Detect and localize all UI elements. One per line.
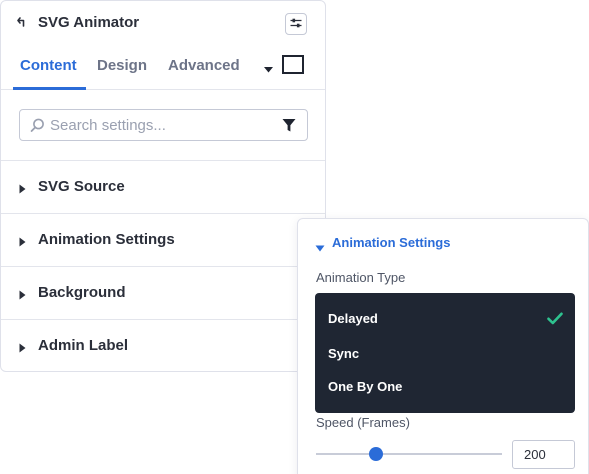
popover-title[interactable]: Animation Settings [332, 235, 450, 250]
search-area [1, 90, 325, 161]
caret-right-icon [19, 234, 26, 247]
tab-advanced[interactable]: Advanced [168, 57, 240, 74]
section-label: Background [38, 284, 126, 301]
animation-type-label: Animation Type [316, 270, 406, 285]
search-input[interactable] [50, 114, 265, 136]
filter-funnel-icon[interactable] [282, 118, 296, 133]
speed-input[interactable]: 200 [512, 440, 575, 469]
settings-panel: SVG Animator Content Design Advanced Sea… [0, 0, 326, 372]
panel-header: SVG Animator [1, 1, 325, 45]
section-animation-settings[interactable]: Animation Settings [1, 214, 325, 267]
tab-content[interactable]: Content [20, 57, 77, 74]
animation-settings-popover: Animation Settings Animation Type Delaye… [297, 218, 589, 474]
section-admin-label[interactable]: Admin Label [1, 320, 325, 371]
check-icon [547, 312, 563, 325]
section-label: SVG Source [38, 178, 125, 195]
caret-right-icon [19, 181, 26, 194]
speed-slider-track[interactable] [316, 453, 502, 455]
tab-design[interactable]: Design [97, 57, 147, 74]
return-arrow-icon[interactable] [17, 14, 29, 30]
caret-down-icon[interactable] [315, 239, 325, 252]
section-label: Animation Settings [38, 231, 175, 248]
caret-right-icon [19, 287, 26, 300]
section-label: Admin Label [38, 337, 129, 354]
sliders-icon [290, 15, 302, 33]
option-sync[interactable]: Sync [328, 346, 359, 361]
tab-bar: Content Design Advanced [1, 45, 325, 90]
speed-value: 200 [524, 447, 546, 462]
panel-title: SVG Animator [38, 14, 140, 31]
sliders-button[interactable] [285, 13, 307, 35]
search-icon [30, 118, 45, 133]
search-box[interactable] [19, 109, 308, 141]
option-delayed[interactable]: Delayed [328, 311, 378, 326]
animation-type-dropdown: Delayed Sync One By One [315, 293, 575, 413]
speed-label: Speed (Frames) [316, 415, 410, 430]
section-background[interactable]: Background [1, 267, 325, 320]
option-one-by-one[interactable]: One By One [328, 379, 402, 394]
caret-down-icon[interactable] [263, 61, 274, 73]
caret-right-icon [19, 340, 26, 353]
section-svg-source[interactable]: SVG Source [1, 161, 325, 214]
speed-slider-thumb[interactable] [368, 447, 383, 461]
square-outline-icon[interactable] [282, 55, 304, 74]
